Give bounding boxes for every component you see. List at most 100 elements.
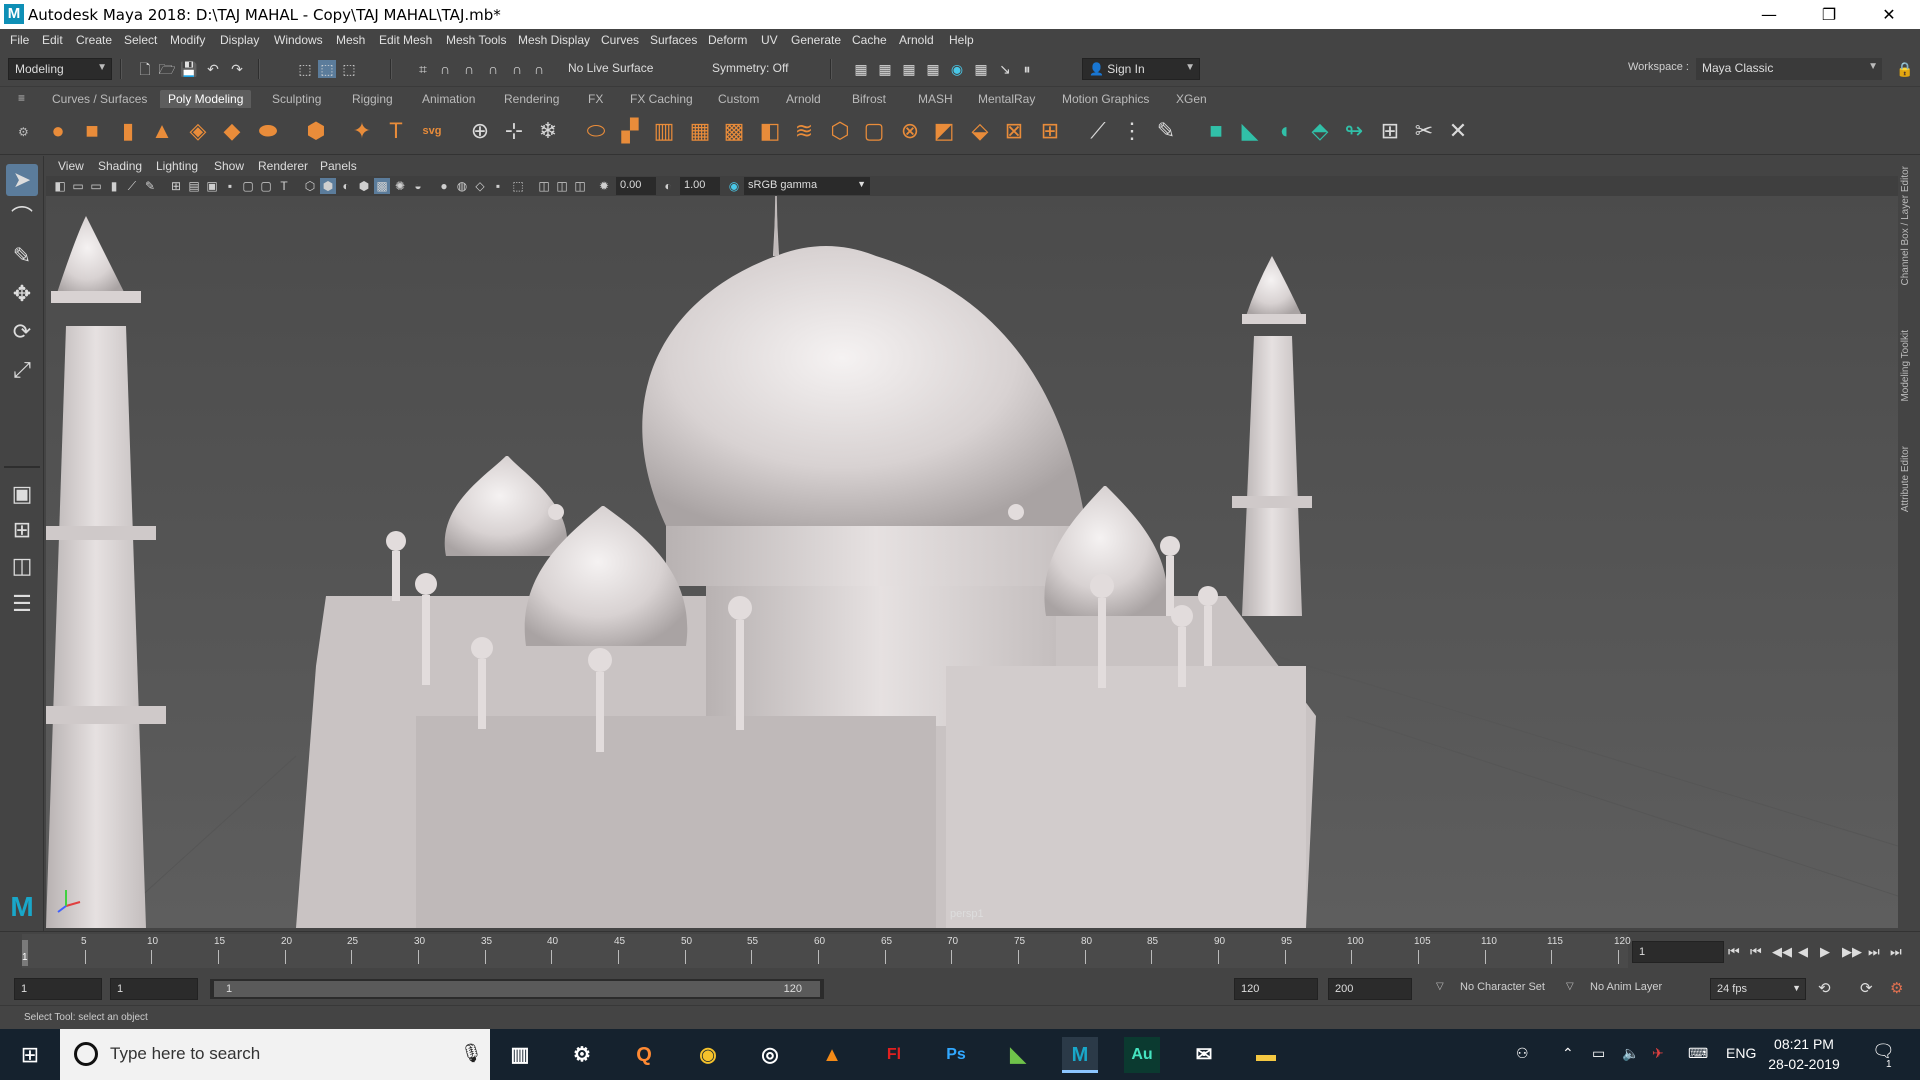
outliner-icon[interactable]: ☰ <box>6 588 38 620</box>
start-time-field[interactable]: 1 <box>14 978 102 1000</box>
range-slider[interactable]: 1 120 <box>210 979 824 999</box>
language-indicator[interactable]: ENG <box>1726 1045 1756 1061</box>
depth-of-field-icon[interactable]: ▪ <box>490 178 506 194</box>
shelf-options-icon[interactable]: ⚙ <box>18 125 29 139</box>
two-view-icon[interactable]: ◫ <box>6 550 38 582</box>
tab-fx[interactable]: FX <box>580 90 611 108</box>
planar-map-icon[interactable]: ◣ <box>1236 117 1264 145</box>
panel-menu-shading[interactable]: Shading <box>98 159 142 173</box>
menu-display[interactable]: Display <box>220 33 259 47</box>
snap-grid-icon[interactable]: ⌗ <box>414 60 432 78</box>
menu-deform[interactable]: Deform <box>708 33 747 47</box>
menu-create[interactable]: Create <box>76 33 112 47</box>
move-tool-icon[interactable]: ✥ <box>6 278 38 310</box>
flash-icon[interactable]: Fl <box>876 1037 912 1073</box>
xray-components-icon[interactable]: ◫ <box>572 178 588 194</box>
platonic-solid-icon[interactable]: ⬢ <box>302 117 330 145</box>
tab-fx-caching[interactable]: FX Caching <box>622 90 701 108</box>
append-icon[interactable]: ◩ <box>930 117 958 145</box>
menu-uv[interactable]: UV <box>761 33 778 47</box>
panel-menu-panels[interactable]: Panels <box>320 159 357 173</box>
menu-arnold[interactable]: Arnold <box>899 33 934 47</box>
maya-taskbar-icon[interactable]: M <box>1062 1037 1098 1073</box>
arnold-render-icon[interactable]: ↘ <box>996 60 1014 78</box>
menu-generate[interactable]: Generate <box>791 33 841 47</box>
keyboard-icon[interactable]: ⌨ <box>1688 1045 1708 1062</box>
save-scene-icon[interactable]: 💾 <box>180 60 198 78</box>
step-forward-key-icon[interactable]: ⏭ <box>1868 944 1880 960</box>
windows-start-icon[interactable]: ⊞ <box>0 1029 60 1080</box>
menu-windows[interactable]: Windows <box>274 33 323 47</box>
battery-icon[interactable]: ▭ <box>1592 1045 1605 1062</box>
sew-uv-icon[interactable]: ✕ <box>1444 117 1472 145</box>
color-space-dropdown[interactable]: sRGB gamma ▼ <box>744 177 870 195</box>
lock-icon[interactable]: 🔒 <box>1896 60 1914 78</box>
preferences-icon[interactable]: ⚙ <box>1890 979 1903 997</box>
cut-uv-icon[interactable]: ✂ <box>1410 117 1438 145</box>
menu-surfaces[interactable]: Surfaces <box>650 33 697 47</box>
lights-icon[interactable]: ✺ <box>392 178 408 194</box>
mode-dropdown[interactable]: Modeling ▼ <box>8 58 112 80</box>
menu-select[interactable]: Select <box>124 33 157 47</box>
resolution-gate-icon[interactable]: ▣ <box>204 178 220 194</box>
anim-layer-dropdown[interactable]: No Anim Layer <box>1590 981 1662 993</box>
open-scene-icon[interactable]: 🗁 <box>158 60 176 78</box>
settings-icon[interactable]: ⚙ <box>564 1037 600 1073</box>
goto-end-icon[interactable]: ⏭ <box>1890 944 1902 960</box>
minimize-button[interactable]: — <box>1746 0 1792 29</box>
network-icon[interactable]: ✈ <box>1652 1045 1664 1062</box>
step-back-key-icon[interactable]: ⏮ <box>1750 944 1762 960</box>
panel-menu-renderer[interactable]: Renderer <box>258 159 308 173</box>
tab-channel-box[interactable]: Channel Box / Layer Editor <box>1900 166 1911 286</box>
play-forward-icon[interactable]: ▶ <box>1820 944 1830 960</box>
paint-select-icon[interactable]: ✎ <box>6 240 38 272</box>
chevron-down-icon[interactable]: ▽ <box>1566 981 1574 992</box>
render-settings-icon[interactable]: ▦ <box>924 60 942 78</box>
uv-editor-icon[interactable]: ■ <box>1202 117 1230 145</box>
new-scene-icon[interactable]: 🗋 <box>136 60 154 78</box>
edge-loop-icon[interactable]: ⋮ <box>1118 117 1146 145</box>
sign-in-dropdown[interactable]: 👤 Sign In ▼ <box>1082 58 1200 80</box>
hypershade-icon[interactable]: ◉ <box>948 60 966 78</box>
poly-cone-icon[interactable]: ▲ <box>148 117 176 145</box>
film-gate-icon[interactable]: ▤ <box>186 178 202 194</box>
taskbar-clock[interactable]: 08:21 PM 28-02-2019 <box>1768 1034 1840 1074</box>
select-object-icon[interactable]: ⬚ <box>318 60 336 78</box>
bookmark-icon[interactable]: ▭ <box>88 178 104 194</box>
step-forward-frame-icon[interactable]: ▶▶ <box>1842 944 1862 960</box>
tab-poly-modeling[interactable]: Poly Modeling <box>160 90 252 108</box>
isolate-select-icon[interactable]: ⬚ <box>510 178 526 194</box>
motion-blur-icon[interactable]: ◍ <box>454 178 470 194</box>
menu-edit-mesh[interactable]: Edit Mesh <box>379 33 432 47</box>
tab-rigging[interactable]: Rigging <box>344 90 401 108</box>
gamma-field[interactable]: 1.00 <box>680 177 720 195</box>
fill-hole-icon[interactable]: ⊗ <box>896 117 924 145</box>
chrome-icon[interactable]: ◉ <box>690 1037 726 1073</box>
play-backward-icon[interactable]: ◀ <box>1798 944 1808 960</box>
tab-curves-surfaces[interactable]: Curves / Surfaces <box>44 90 155 108</box>
sculpt-tool-icon[interactable]: ⊕ <box>466 117 494 145</box>
workspace-dropdown[interactable]: Maya Classic ▼ <box>1696 58 1882 80</box>
extrude-icon[interactable]: ⬡ <box>826 117 854 145</box>
file-explorer-icon[interactable]: ▬ <box>1248 1037 1284 1073</box>
viewport-persp[interactable]: persp1 <box>46 196 1898 928</box>
auto-map-icon[interactable]: ⬘ <box>1306 117 1334 145</box>
multi-cut-icon[interactable]: ⟋ <box>1084 117 1112 145</box>
exposure-icon[interactable]: ✹ <box>596 178 612 194</box>
tab-arnold[interactable]: Arnold <box>778 90 829 108</box>
shadows-icon[interactable]: ◒ <box>410 178 426 194</box>
pause-icon[interactable]: ⏸ <box>1018 60 1036 78</box>
mail-icon[interactable]: ✉ <box>1186 1037 1222 1073</box>
people-icon[interactable]: ⚇ <box>1516 1045 1529 1062</box>
unfold-icon[interactable]: ↬ <box>1340 117 1368 145</box>
task-view-icon[interactable]: ▥ <box>502 1037 538 1073</box>
camera-icon[interactable]: ◧ <box>52 178 68 194</box>
symmetry-dropdown[interactable]: Symmetry: Off <box>706 58 806 80</box>
media-app-icon[interactable]: ◎ <box>752 1037 788 1073</box>
type-tool-icon[interactable]: ⊹ <box>500 117 528 145</box>
poly-text-icon[interactable]: T <box>382 117 410 145</box>
goto-start-icon[interactable]: ⏮ <box>1728 944 1740 960</box>
scale-tool-icon[interactable]: ⤢ <box>6 354 38 386</box>
timeline-ruler[interactable]: 1 5 10 15 20 25 30 35 40 45 50 55 60 65 70 75 80 85 90 95 1… <box>22 934 1631 968</box>
snap-view-icon[interactable]: ∩ <box>484 60 502 78</box>
